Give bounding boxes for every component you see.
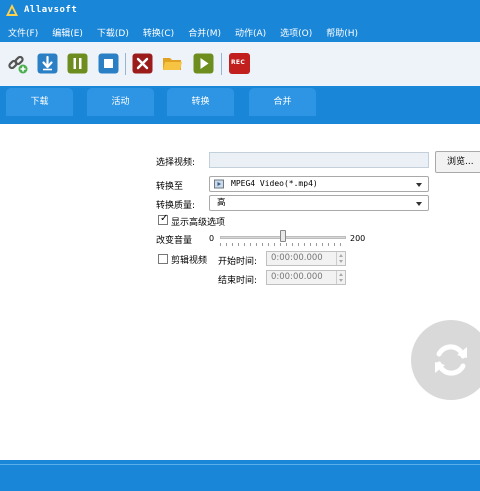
chevron-down-icon: [416, 183, 422, 187]
end-time-input[interactable]: 0:00:00.000: [266, 270, 346, 285]
checkmark-icon: ✓: [160, 213, 169, 224]
menu-convert[interactable]: 转换(C): [143, 26, 174, 39]
quality-label: 转换质量:: [156, 201, 196, 211]
menu-file[interactable]: 文件(F): [8, 26, 38, 39]
volume-min-label: 0: [209, 234, 215, 243]
start-time-spinner[interactable]: [336, 252, 345, 265]
tab-convert[interactable]: 转换: [167, 88, 234, 116]
menu-bar: 文件(F) 编辑(E) 下载(D) 转换(C) 合并(M) 动作(A) 选项(O…: [0, 22, 480, 42]
title-bar: Allavsoft: [0, 0, 480, 22]
menu-merge[interactable]: 合并(M): [188, 26, 221, 39]
tab-download[interactable]: 下载: [6, 88, 73, 116]
menu-download[interactable]: 下载(D): [97, 26, 129, 39]
video-format-icon: [214, 179, 224, 189]
menu-help[interactable]: 帮助(H): [326, 26, 358, 39]
trim-video-checkbox[interactable]: [158, 254, 168, 264]
select-video-label: 选择视频:: [156, 158, 196, 168]
delete-icon[interactable]: [132, 53, 153, 74]
convert-to-dropdown[interactable]: MPEG4 Video(*.mp4): [209, 176, 429, 192]
record-label: REC: [231, 59, 246, 66]
toolbar-separator: [125, 53, 126, 75]
end-time-spinner[interactable]: [336, 271, 345, 284]
volume-slider-ticks: [220, 243, 346, 246]
show-advanced-checkbox[interactable]: ✓: [158, 213, 169, 225]
menu-action[interactable]: 动作(A): [235, 26, 266, 39]
menu-edit[interactable]: 编辑(E): [52, 26, 83, 39]
toolbar-separator: [221, 53, 222, 75]
start-time-value: 0:00:00.000: [271, 253, 323, 263]
quality-dropdown[interactable]: 高: [209, 195, 429, 211]
tab-merge[interactable]: 合并: [249, 88, 316, 116]
pause-icon[interactable]: [67, 53, 88, 74]
record-icon[interactable]: REC: [229, 53, 250, 74]
convert-to-value: MPEG4 Video(*.mp4): [231, 179, 318, 188]
end-time-value: 0:00:00.000: [271, 272, 323, 282]
open-folder-icon[interactable]: [162, 53, 183, 74]
app-title: Allavsoft: [24, 5, 78, 15]
tab-activity[interactable]: 活动: [87, 88, 154, 116]
volume-max-label: 200: [350, 234, 366, 243]
volume-label: 改变音量: [156, 236, 193, 246]
select-video-input[interactable]: [209, 152, 429, 168]
start-time-label: 开始时间:: [218, 257, 258, 267]
chevron-down-icon: [416, 202, 422, 206]
add-link-icon[interactable]: [7, 53, 28, 74]
stop-icon[interactable]: [98, 53, 119, 74]
download-icon[interactable]: [37, 53, 58, 74]
status-bar-divider: [0, 464, 480, 465]
menu-options[interactable]: 选项(O): [280, 26, 312, 39]
trim-video-label: 剪辑视频: [171, 256, 208, 266]
quality-value: 高: [217, 198, 226, 208]
volume-slider-thumb[interactable]: [280, 230, 286, 242]
show-advanced-label: 显示高级选项: [171, 218, 226, 228]
convert-to-label: 转换至: [156, 182, 184, 192]
play-icon[interactable]: [193, 53, 214, 74]
browse-button[interactable]: 浏览...: [435, 151, 480, 173]
tab-underline: [0, 116, 480, 124]
start-time-input[interactable]: 0:00:00.000: [266, 251, 346, 266]
convert-refresh-icon: [435, 344, 467, 376]
convert-panel: [0, 124, 480, 460]
app-logo-icon: [6, 4, 18, 16]
end-time-label: 结束时间:: [218, 276, 258, 286]
